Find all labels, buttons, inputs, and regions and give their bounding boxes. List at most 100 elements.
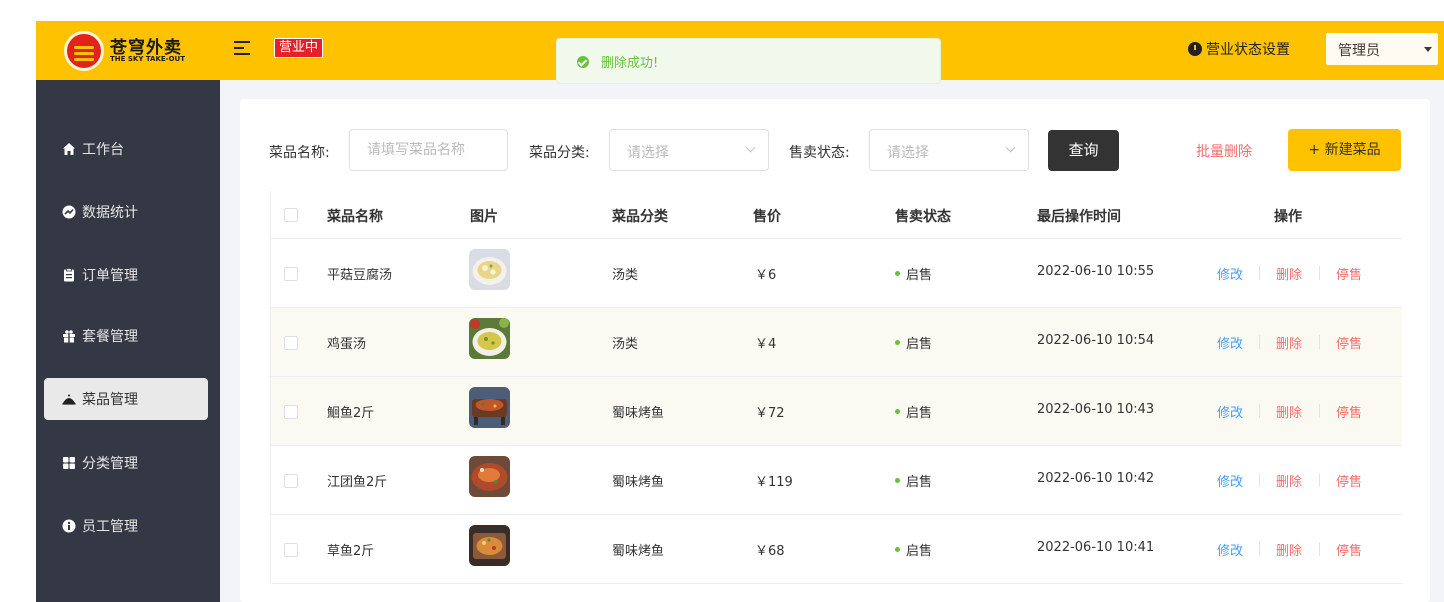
logo-icon — [64, 31, 104, 71]
stop-sale-button[interactable]: 停售 — [1336, 333, 1362, 352]
category-select-placeholder: 请选择 — [627, 145, 669, 161]
divider — [1259, 473, 1260, 487]
row-checkbox[interactable] — [284, 267, 298, 281]
divider — [1319, 335, 1320, 349]
dish-category: 蜀味烤鱼 — [612, 406, 665, 421]
last-updated: 2022-06-10 10:43 — [1037, 402, 1155, 417]
edit-button[interactable]: 修改 — [1217, 471, 1243, 490]
clipboard-icon — [64, 268, 74, 282]
chevron-down-icon — [745, 142, 756, 153]
sale-status: 启售 — [895, 471, 932, 490]
home-icon — [63, 143, 75, 155]
dish-image — [469, 456, 510, 497]
last-updated: 2022-06-10 10:54 — [1037, 333, 1155, 348]
status-dot — [895, 271, 900, 276]
delete-button[interactable]: 删除 — [1276, 264, 1302, 283]
table-row: 鸡蛋汤 汤类 ￥4 启售 2022-06-10 10:54 修改 删除 停售 — [271, 308, 1402, 377]
sale-status-text: 启售 — [906, 406, 933, 421]
dish-category-label: 菜品分类: — [529, 145, 590, 161]
column-header: 菜品分类 — [612, 209, 668, 225]
stop-sale-button[interactable]: 停售 — [1336, 402, 1362, 421]
sale-status: 启售 — [895, 540, 932, 559]
gift-icon — [63, 330, 75, 343]
sidebar-item-orders[interactable]: 订单管理 — [44, 254, 208, 296]
status-setting-label: 营业状态设置 — [1206, 42, 1290, 58]
sale-status-text: 启售 — [906, 475, 933, 490]
user-name: 管理员 — [1338, 43, 1380, 59]
delete-button[interactable]: 删除 — [1276, 540, 1302, 559]
sidebar-item-categories[interactable]: 分类管理 — [44, 442, 208, 484]
stop-sale-button[interactable]: 停售 — [1336, 471, 1362, 490]
stop-sale-button[interactable]: 停售 — [1336, 264, 1362, 283]
status-setting-button[interactable]: 营业状态设置 — [1188, 39, 1290, 59]
dish-category: 汤类 — [612, 337, 639, 352]
divider — [1259, 404, 1260, 418]
delete-button[interactable]: 删除 — [1276, 402, 1302, 421]
dish-name-label: 菜品名称: — [269, 145, 330, 161]
dish-image — [469, 387, 510, 428]
row-checkbox[interactable] — [284, 336, 298, 350]
column-header: 图片 — [470, 209, 498, 225]
sidebar-item-combos[interactable]: 套餐管理 — [44, 315, 208, 357]
sale-status: 启售 — [895, 333, 932, 352]
dish-image — [469, 525, 510, 566]
row-checkbox[interactable] — [284, 543, 298, 557]
divider — [1319, 404, 1320, 418]
column-header: 操作 — [1274, 209, 1302, 225]
status-select-placeholder: 请选择 — [887, 145, 929, 161]
column-header: 售卖状态 — [895, 209, 951, 225]
dish-image — [469, 249, 510, 290]
dish-image — [469, 318, 510, 359]
edit-button[interactable]: 修改 — [1217, 540, 1243, 559]
dish-cover-icon — [62, 394, 76, 405]
sale-status: 启售 — [895, 264, 932, 283]
clock-icon — [1188, 42, 1202, 56]
dish-name-input[interactable] — [349, 129, 508, 171]
sidebar-item-label: 员工管理 — [82, 519, 138, 535]
status-dot — [895, 478, 900, 483]
dish-name: 鮰鱼2斤 — [327, 406, 375, 421]
brand-subtitle: THE SKY TAKE-OUT — [110, 55, 185, 63]
sidebar-item-label: 订单管理 — [82, 268, 138, 284]
row-checkbox[interactable] — [284, 405, 298, 419]
edit-button[interactable]: 修改 — [1217, 264, 1243, 283]
divider — [1259, 335, 1260, 349]
last-updated: 2022-06-10 10:42 — [1037, 471, 1155, 486]
user-dropdown[interactable]: 管理员 — [1326, 33, 1438, 65]
sale-status-label: 售卖状态: — [789, 145, 850, 161]
menu-collapse-icon[interactable] — [234, 40, 252, 56]
delete-button[interactable]: 删除 — [1276, 471, 1302, 490]
dish-category-select[interactable]: 请选择 — [609, 129, 769, 171]
chart-icon — [62, 205, 76, 219]
edit-button[interactable]: 修改 — [1217, 333, 1243, 352]
last-updated: 2022-06-10 10:55 — [1037, 264, 1155, 279]
sale-status-text: 启售 — [906, 544, 933, 559]
status-dot — [895, 547, 900, 552]
select-all-checkbox[interactable] — [284, 208, 298, 222]
row-checkbox[interactable] — [284, 474, 298, 488]
sidebar-item-employees[interactable]: 员工管理 — [44, 505, 208, 547]
sidebar-item-label: 数据统计 — [82, 205, 138, 221]
stop-sale-button[interactable]: 停售 — [1336, 540, 1362, 559]
sidebar-item-statistics[interactable]: 数据统计 — [44, 191, 208, 233]
dish-category: 蜀味烤鱼 — [612, 475, 665, 490]
sidebar-item-label: 分类管理 — [82, 456, 138, 472]
brand-logo[interactable]: 苍穹外卖 THE SKY TAKE-OUT — [64, 31, 204, 71]
query-button[interactable]: 查询 — [1048, 130, 1119, 171]
dish-price: ￥119 — [755, 475, 793, 490]
new-dish-button[interactable]: + 新建菜品 — [1288, 129, 1401, 171]
chevron-down-icon — [1005, 142, 1016, 153]
sidebar-item-label: 工作台 — [82, 142, 124, 158]
sale-status-select[interactable]: 请选择 — [869, 129, 1029, 171]
delete-button[interactable]: 删除 — [1276, 333, 1302, 352]
edit-button[interactable]: 修改 — [1217, 402, 1243, 421]
dish-name: 草鱼2斤 — [327, 544, 375, 559]
dish-name: 江团鱼2斤 — [327, 475, 388, 490]
batch-delete-button[interactable]: 批量删除 — [1196, 141, 1252, 161]
caret-down-icon — [1424, 47, 1432, 52]
sidebar-item-workbench[interactable]: 工作台 — [44, 128, 208, 170]
info-person-icon — [62, 519, 76, 533]
sidebar-item-dishes[interactable]: 菜品管理 — [44, 378, 208, 420]
sale-status-text: 启售 — [906, 268, 933, 283]
sidebar-item-label: 套餐管理 — [82, 329, 138, 345]
